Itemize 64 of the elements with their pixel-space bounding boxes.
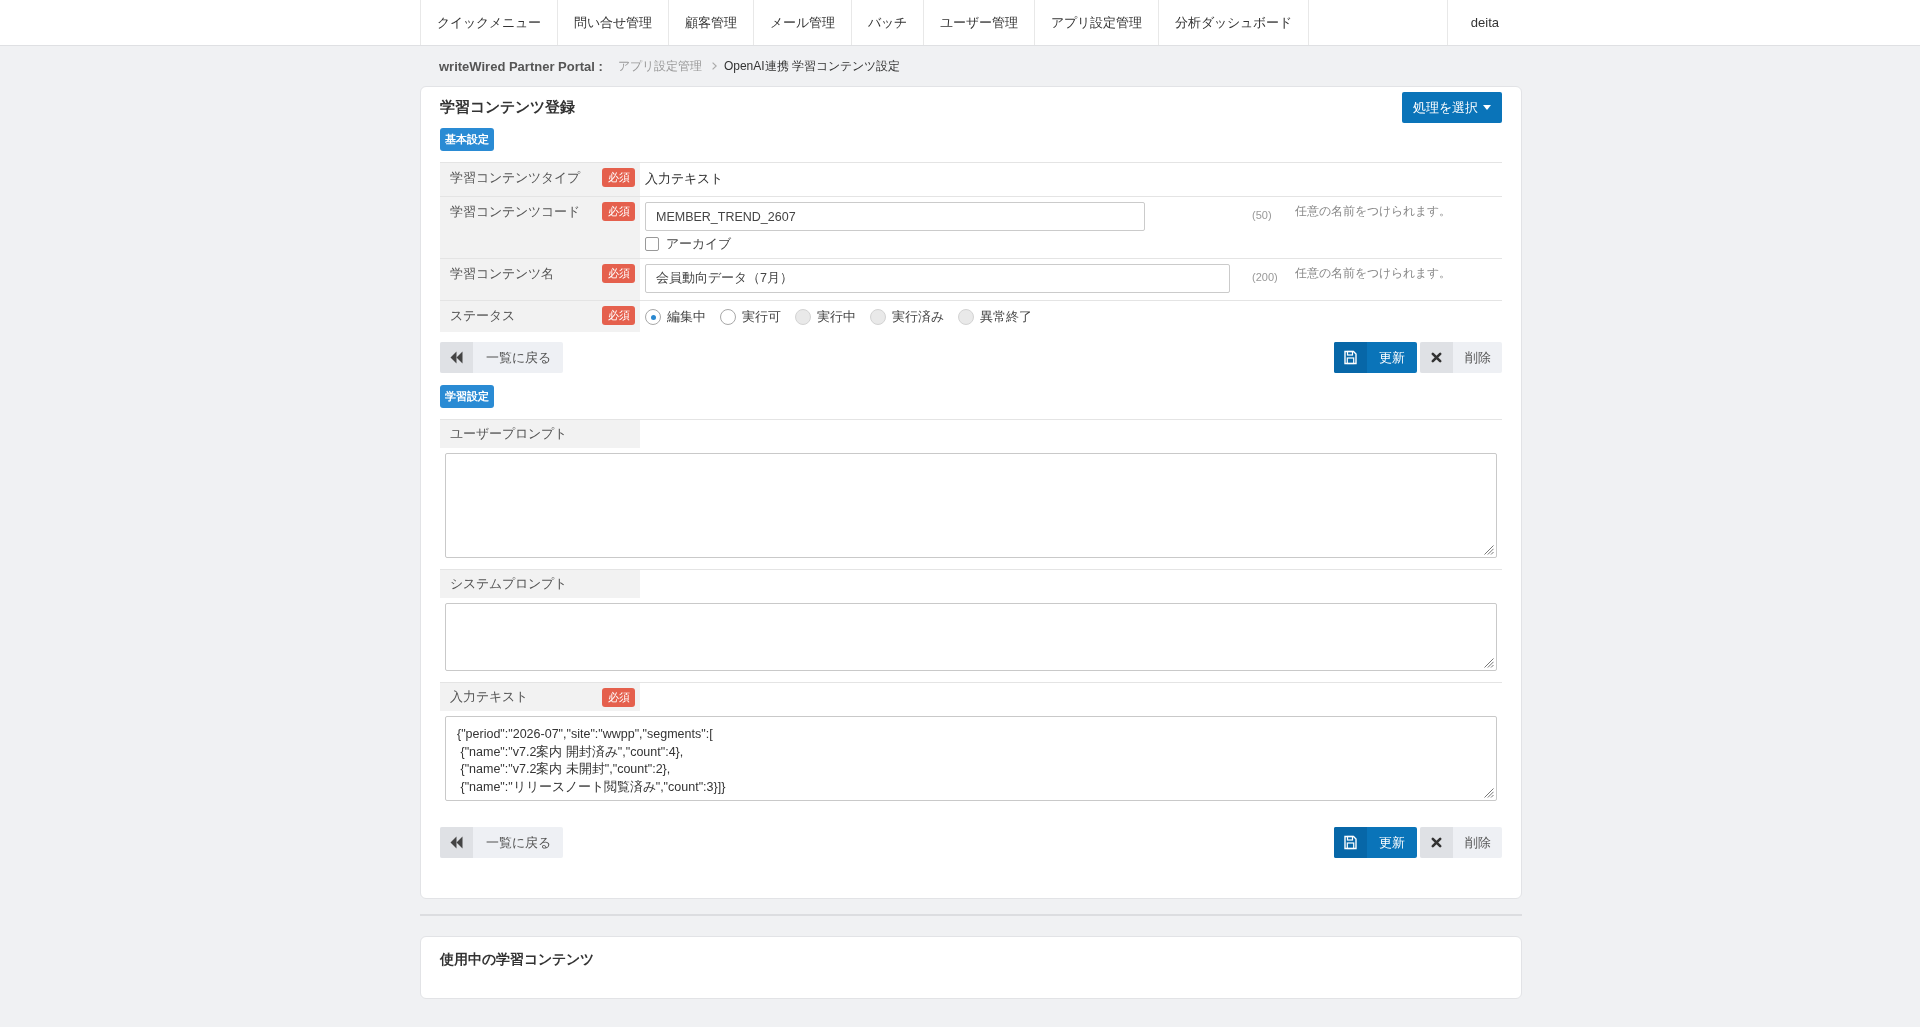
- radio-button[interactable]: [645, 309, 661, 325]
- hint-text: 任意の名前をつけられます。: [1295, 266, 1451, 280]
- portal-title: writeWired Partner Portal :: [439, 58, 603, 74]
- nav-link[interactable]: 分析ダッシュボード: [1158, 0, 1308, 45]
- section-title: 使用中の学習コンテンツ: [440, 951, 594, 967]
- rewind-icon: [440, 827, 473, 858]
- user-menu[interactable]: deita: [1446, 0, 1522, 45]
- required-badge: 必須: [602, 687, 635, 707]
- save-icon: [1334, 342, 1367, 373]
- field-label: 学習コンテンツコード: [450, 203, 580, 221]
- required-badge: 必須: [602, 306, 635, 325]
- save-icon: [1334, 827, 1367, 858]
- update-button[interactable]: 更新: [1334, 342, 1417, 373]
- radio-label: 実行済み: [892, 308, 944, 326]
- form-title: 学習コンテンツ登録: [440, 98, 575, 117]
- radio-label: 実行可: [742, 308, 781, 326]
- resize-grip-icon[interactable]: [1484, 658, 1494, 668]
- action-dropdown[interactable]: 処理を選択: [1402, 92, 1502, 123]
- required-badge: 必須: [602, 264, 635, 283]
- radio-label: 実行中: [817, 308, 856, 326]
- required-badge: 必須: [602, 168, 635, 187]
- nav-link[interactable]: ユーザー管理: [923, 0, 1034, 45]
- radio-button[interactable]: [720, 309, 736, 325]
- required-badge: 必須: [602, 202, 635, 221]
- char-limit: (50): [1252, 209, 1272, 221]
- text-input[interactable]: MEMBER_TREND_2607: [645, 202, 1145, 231]
- nav-link[interactable]: バッチ: [851, 0, 923, 45]
- nav-link[interactable]: 問い合せ管理: [557, 0, 668, 45]
- breadcrumb-current: OpenAI連携 学習コンテンツ設定: [723, 57, 900, 75]
- field-label: ステータス: [450, 307, 515, 325]
- resize-grip-icon[interactable]: [1484, 788, 1494, 798]
- caret-down-icon: [1483, 105, 1491, 110]
- delete-button[interactable]: 削除: [1420, 342, 1502, 373]
- field-value: 入力テキスト: [645, 171, 723, 186]
- field-label: 学習コンテンツタイプ: [450, 169, 580, 187]
- checkbox-label: アーカイブ: [666, 234, 731, 253]
- field-label: ユーザープロンプト: [450, 425, 567, 443]
- update-button[interactable]: 更新: [1334, 827, 1417, 858]
- nav-link[interactable]: 顧客管理: [668, 0, 753, 45]
- section-badge: 基本設定: [440, 128, 494, 151]
- field-label: 入力テキスト: [450, 688, 528, 706]
- rewind-icon: [440, 342, 473, 373]
- textarea-field[interactable]: {"period":"2026-07","site":"wwpp","segments":[ {"name":"v7.2案内 開封済み","count":4}, {"name":"v7.2案内 未開封","count":2}, {"name":"リリースノート閲覧済み","count":3}]}: [445, 716, 1497, 801]
- back-button[interactable]: 一覧に戻る: [440, 827, 563, 858]
- textarea-field[interactable]: [445, 453, 1497, 558]
- nav-link[interactable]: クイックメニュー: [420, 0, 557, 45]
- field-label: 学習コンテンツ名: [450, 265, 554, 283]
- x-mark-icon: [1420, 342, 1453, 373]
- nav-link[interactable]: アプリ設定管理: [1034, 0, 1158, 45]
- x-mark-icon: [1420, 827, 1453, 858]
- section-badge: 学習設定: [440, 385, 494, 408]
- text-input[interactable]: 会員動向データ（7月）: [645, 264, 1230, 293]
- resize-grip-icon[interactable]: [1484, 545, 1494, 555]
- radio-label: 編集中: [667, 308, 706, 326]
- hint-text: 任意の名前をつけられます。: [1295, 204, 1451, 218]
- field-label: システムプロンプト: [450, 575, 567, 593]
- checkbox[interactable]: [645, 236, 659, 251]
- char-limit: (200): [1252, 271, 1278, 283]
- delete-button[interactable]: 削除: [1420, 827, 1502, 858]
- back-button[interactable]: 一覧に戻る: [440, 342, 563, 373]
- chevron-right-icon: [711, 62, 717, 70]
- nav-link[interactable]: メール管理: [753, 0, 851, 45]
- textarea-field[interactable]: [445, 603, 1497, 671]
- radio-label: 異常終了: [980, 308, 1032, 326]
